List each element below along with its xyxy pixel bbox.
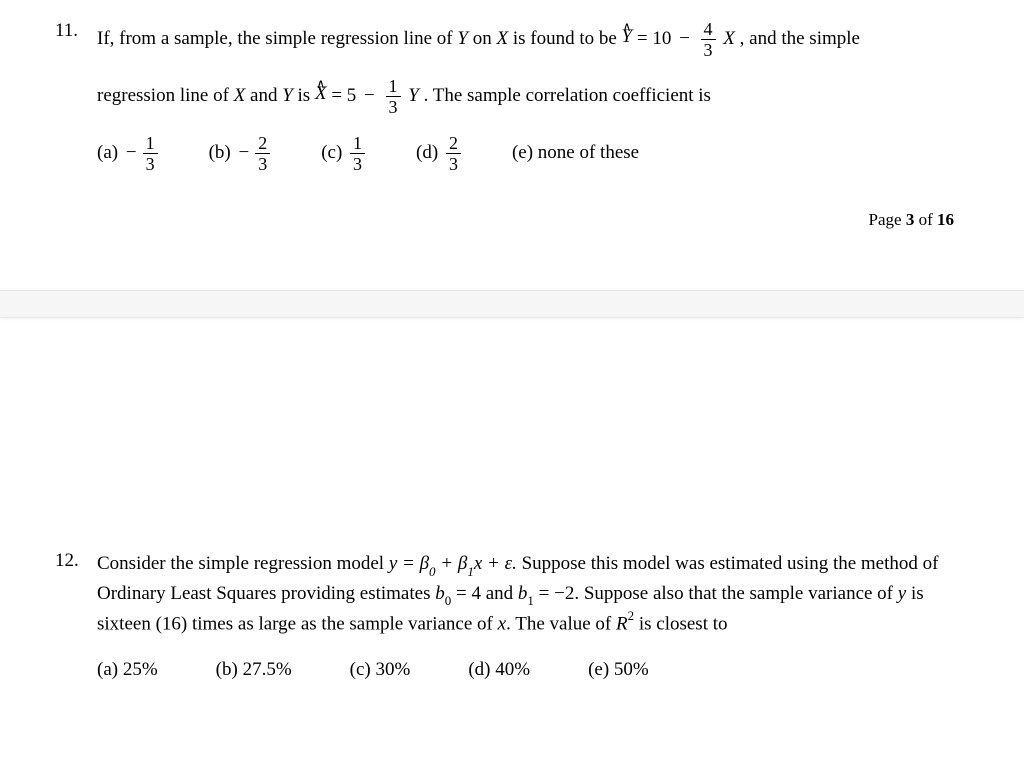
text: on	[468, 28, 497, 49]
text: is	[293, 85, 315, 106]
regression-model: y = β0 + β1x + ε.	[389, 553, 522, 574]
text: = 4 and	[451, 583, 518, 604]
question-12: 12. Consider the simple regression model…	[55, 550, 979, 694]
q11-line1: If, from a sample, the simple regression…	[97, 20, 979, 59]
minus-sign: −	[364, 85, 375, 106]
q11-options: (a) − 13 (b) − 23 (c) 13 (d) 23 (e) none…	[97, 134, 979, 173]
var-x: X	[234, 85, 246, 106]
page-total: 16	[937, 210, 954, 229]
b1: b	[518, 583, 528, 604]
var-x: x	[498, 614, 506, 635]
minus-sign: −	[238, 136, 249, 170]
var-y: Y	[457, 28, 468, 49]
option-c[interactable]: (c) 30%	[350, 656, 411, 684]
fraction: 43	[701, 20, 716, 59]
minus-sign: −	[679, 28, 690, 49]
text: Consider the simple regression model	[97, 553, 389, 574]
question-number: 11.	[55, 20, 97, 42]
b0: b	[435, 583, 445, 604]
question-body: Consider the simple regression model y =…	[97, 550, 979, 684]
eq-const: = 5	[331, 85, 356, 106]
text: . The value of	[506, 614, 616, 635]
text: is found to be	[508, 28, 621, 49]
minus-sign: −	[126, 136, 137, 170]
option-label: (d)	[416, 136, 438, 170]
option-label: (b)	[209, 136, 231, 170]
option-label: (e) none of these	[512, 136, 639, 170]
text: and	[245, 85, 282, 106]
b1-sub: 1	[527, 593, 534, 608]
text: , and the simple	[740, 28, 860, 49]
option-d[interactable]: (d) 40%	[468, 656, 530, 684]
q12-options: (a) 25% (b) 27.5% (c) 30% (d) 40% (e) 50…	[97, 656, 979, 684]
question-number: 12.	[55, 550, 97, 572]
option-label: (c)	[321, 136, 342, 170]
page-separator	[0, 290, 1024, 318]
option-d[interactable]: (d) 23	[416, 134, 464, 173]
option-c[interactable]: (c) 13	[321, 134, 368, 173]
text: regression line of	[97, 85, 234, 106]
page-prefix: Page	[869, 210, 906, 229]
b0-sub: 0	[445, 593, 452, 608]
var-y: Y	[408, 85, 419, 106]
page-footer: Page 3 of 16	[869, 210, 954, 230]
q11-line2: regression line of X and Y is ∧X = 5 − 1…	[97, 77, 979, 116]
equation-2: ∧X = 5 − 13 Y	[315, 85, 424, 106]
option-e[interactable]: (e) 50%	[588, 656, 649, 684]
text: . The sample correlation coefficient is	[424, 85, 711, 106]
squared: 2	[628, 608, 635, 623]
y-hat: ∧Y	[622, 21, 633, 47]
var-y: y	[898, 583, 906, 604]
equation-1: ∧Y = 10 − 43 X	[622, 28, 740, 49]
option-label: (a)	[97, 136, 118, 170]
page-of: of	[914, 210, 937, 229]
var-x: X	[723, 28, 735, 49]
option-a[interactable]: (a) − 13	[97, 134, 161, 173]
fraction: 13	[386, 77, 401, 116]
option-b[interactable]: (b) − 23	[209, 134, 274, 173]
var-r: R	[616, 614, 628, 635]
question-body: If, from a sample, the simple regression…	[97, 20, 979, 173]
text: is closest to	[639, 614, 728, 635]
fraction: 23	[446, 134, 461, 173]
option-b[interactable]: (b) 27.5%	[216, 656, 292, 684]
option-a[interactable]: (a) 25%	[97, 656, 158, 684]
text: = −2. Suppose also that the sample varia…	[534, 583, 898, 604]
question-11: 11. If, from a sample, the simple regres…	[55, 20, 979, 173]
text: If, from a sample, the simple regression…	[97, 28, 457, 49]
x-hat: ∧X	[315, 78, 327, 104]
eq-const: = 10	[637, 28, 671, 49]
option-e[interactable]: (e) none of these	[512, 136, 639, 170]
fraction: 23	[255, 134, 270, 173]
fraction: 13	[350, 134, 365, 173]
var-y: Y	[282, 85, 293, 106]
var-x: X	[496, 28, 508, 49]
fraction: 13	[143, 134, 158, 173]
